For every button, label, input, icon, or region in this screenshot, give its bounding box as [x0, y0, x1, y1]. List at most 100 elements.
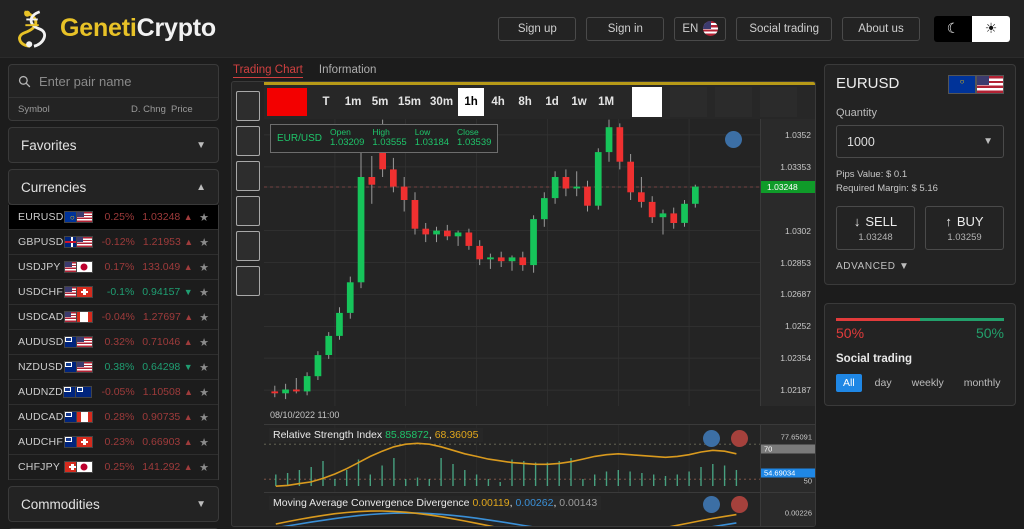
table-row[interactable]: USDCAD -0.04% 1.27697 ▲ ★ — [9, 305, 218, 330]
quantity-select[interactable]: 1000 ▼ — [836, 125, 1004, 158]
pair-symbol: USDJPY — [18, 261, 61, 273]
timeframe-1h[interactable]: 1h — [458, 88, 485, 116]
table-row[interactable]: EURUSD 0.25% 1.03248▲★ — [9, 205, 218, 230]
timeframe-5m[interactable]: 5m — [367, 88, 393, 116]
timeframe-8h[interactable]: 8h — [512, 88, 538, 116]
flag-icon — [75, 261, 93, 273]
favorite-star-icon[interactable]: ★ — [196, 236, 212, 249]
rsi-plot[interactable]: Relative Strength Index 85.85872, 68.360… — [264, 425, 760, 492]
price-tick: 1.02354 — [780, 353, 811, 364]
pair-symbol: NZDUSD — [18, 361, 63, 373]
chart-tool-6[interactable] — [236, 266, 260, 296]
rsi-dot-blue[interactable] — [703, 430, 720, 447]
table-row[interactable]: CHFJPY 0.25% 141.292 ▲ ★ — [9, 455, 218, 480]
favorite-star-icon[interactable]: ★ — [196, 336, 212, 349]
language-selector[interactable]: EN — [674, 16, 727, 41]
advanced-toggle[interactable]: ADVANCED ▼ — [836, 261, 1004, 272]
table-row[interactable]: GBPUSD -0.12% 1.21953 ▲ ★ — [9, 230, 218, 255]
favorite-star-icon[interactable]: ★ — [196, 261, 212, 274]
favorite-star-icon[interactable]: ★ — [196, 311, 212, 324]
price-chart[interactable]: EUR/USD Open 1.03209 High 1.03555 Low 1.031… — [264, 119, 815, 406]
period-day[interactable]: day — [868, 374, 899, 392]
moon-icon[interactable]: ☾ — [934, 15, 972, 42]
buy-button[interactable]: ↑ BUY 1.03259 — [925, 205, 1004, 250]
favorite-star-icon[interactable]: ★ — [196, 411, 212, 424]
favorite-star-icon[interactable]: ★ — [196, 461, 212, 474]
sidebar-group-label: Favorites — [21, 137, 77, 153]
pair-symbol: AUDCHF — [18, 436, 63, 448]
sidebar-group-currencies[interactable]: Currencies ▲ — [8, 169, 219, 205]
chart-tool-2[interactable] — [236, 126, 260, 156]
tab-information[interactable]: Information — [319, 64, 377, 78]
rsi-value-2: 68.36095 — [434, 429, 479, 441]
flag-icon — [75, 286, 93, 298]
chart-tabs: Trading Chart Information — [227, 58, 820, 81]
timeframe-15m[interactable]: 15m — [394, 88, 425, 116]
table-row[interactable]: AUDCAD 0.28% 0.90735 ▲ ★ — [9, 405, 218, 430]
table-row[interactable]: AUDUSD 0.32% 0.71046 ▲ ★ — [9, 330, 218, 355]
pair-flags — [63, 336, 103, 348]
chart-settings-button[interactable] — [632, 87, 663, 117]
timeframe-4h[interactable]: 4h — [485, 88, 511, 116]
macd-dot-blue[interactable] — [703, 496, 720, 513]
macd-pane[interactable]: Moving Average Convergence Divergence 0.… — [264, 492, 815, 526]
period-monthly[interactable]: monthly — [957, 374, 1008, 392]
about-us-button[interactable]: About us — [842, 16, 920, 41]
chart-color-swatch[interactable] — [267, 88, 307, 116]
sell-button[interactable]: ↓ SELL 1.03248 — [836, 205, 915, 250]
chart-tools — [232, 85, 264, 526]
candlestick-plot[interactable]: EUR/USD Open 1.03209 High 1.03555 Low 1.031… — [264, 119, 760, 406]
favorite-star-icon[interactable]: ★ — [196, 211, 212, 224]
chart-tool-1[interactable] — [236, 91, 260, 121]
period-weekly[interactable]: weekly — [905, 374, 951, 392]
pair-change: 0.23% — [104, 436, 135, 448]
favorite-star-icon[interactable]: ★ — [196, 386, 212, 399]
chart-tool-5[interactable] — [236, 231, 260, 261]
chart-tool-4[interactable] — [236, 196, 260, 226]
macd-dot-red[interactable] — [731, 496, 748, 513]
tab-trading-chart[interactable]: Trading Chart — [233, 64, 303, 78]
sun-icon[interactable]: ☀ — [972, 15, 1010, 42]
flag-icon — [75, 311, 93, 323]
favorite-star-icon[interactable]: ★ — [196, 361, 212, 374]
price-tick: 1.0352 — [785, 129, 811, 140]
chart-slot-1[interactable] — [670, 87, 708, 117]
social-trading-button[interactable]: Social trading — [736, 16, 832, 41]
timeframe-1M[interactable]: 1M — [593, 88, 619, 116]
pair-change: 0.32% — [104, 336, 135, 348]
timeframe-1m[interactable]: 1m — [340, 88, 366, 116]
logo[interactable]: GenetiCrypto — [14, 8, 216, 50]
chart-slot-2[interactable] — [715, 87, 753, 117]
search-row[interactable] — [9, 65, 218, 97]
period-all[interactable]: All — [836, 373, 862, 392]
favorite-star-icon[interactable]: ★ — [196, 286, 212, 299]
column-price: Price — [171, 103, 193, 115]
timeframe-1d[interactable]: 1d — [539, 88, 565, 116]
rsi-dot-red[interactable] — [731, 430, 748, 447]
macd-plot[interactable]: Moving Average Convergence Divergence 0.… — [264, 493, 760, 526]
flag-icon — [75, 211, 93, 223]
timeframe-T[interactable]: T — [313, 88, 339, 116]
chart-tool-3[interactable] — [236, 161, 260, 191]
search-input[interactable] — [39, 73, 209, 89]
chart-slot-3[interactable] — [760, 87, 798, 117]
favorite-star-icon[interactable]: ★ — [196, 436, 212, 449]
theme-toggle[interactable]: ☾ ☀ — [934, 15, 1010, 42]
rsi-pane[interactable]: Relative Strength Index 85.85872, 68.360… — [264, 424, 815, 492]
table-row[interactable]: AUDNZD -0.05% 1.10508 ▲ ★ — [9, 380, 218, 405]
chart-indicator-dot-blue[interactable] — [725, 131, 742, 148]
sidebar-group-commodities[interactable]: Commodities ▼ — [8, 486, 219, 522]
table-row[interactable]: USDCHF -0.1% 0.94157 ▼ ★ — [9, 280, 218, 305]
sign-in-button[interactable]: Sign in — [586, 16, 665, 41]
chevron-up-icon: ▲ — [183, 412, 193, 422]
timeframe-1w[interactable]: 1w — [566, 88, 592, 116]
timeframe-30m[interactable]: 30m — [426, 88, 457, 116]
chevron-down-icon: ▼ — [183, 362, 193, 372]
table-row[interactable]: USDJPY 0.17% 133.049 ▲ ★ — [9, 255, 218, 280]
sign-up-button[interactable]: Sign up — [498, 16, 577, 41]
table-row[interactable]: AUDCHF 0.23% 0.66903 ▲ ★ — [9, 430, 218, 455]
sentiment-bar — [836, 317, 1004, 321]
sidebar-group-favorites[interactable]: Favorites ▼ — [8, 127, 219, 163]
table-row[interactable]: NZDUSD 0.38% 0.64298 ▼ ★ — [9, 355, 218, 380]
current-price-badge: 1.03248 — [761, 181, 815, 193]
